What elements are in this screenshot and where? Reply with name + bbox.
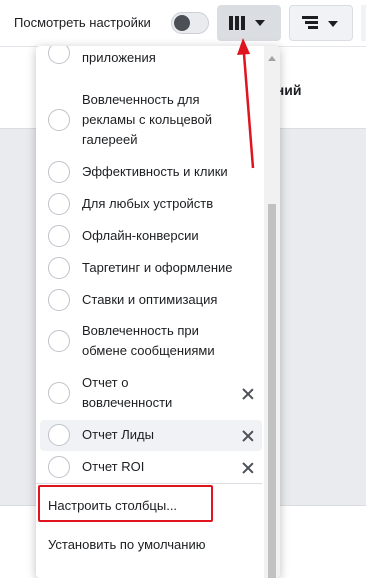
annotation-arrow	[237, 38, 255, 169]
